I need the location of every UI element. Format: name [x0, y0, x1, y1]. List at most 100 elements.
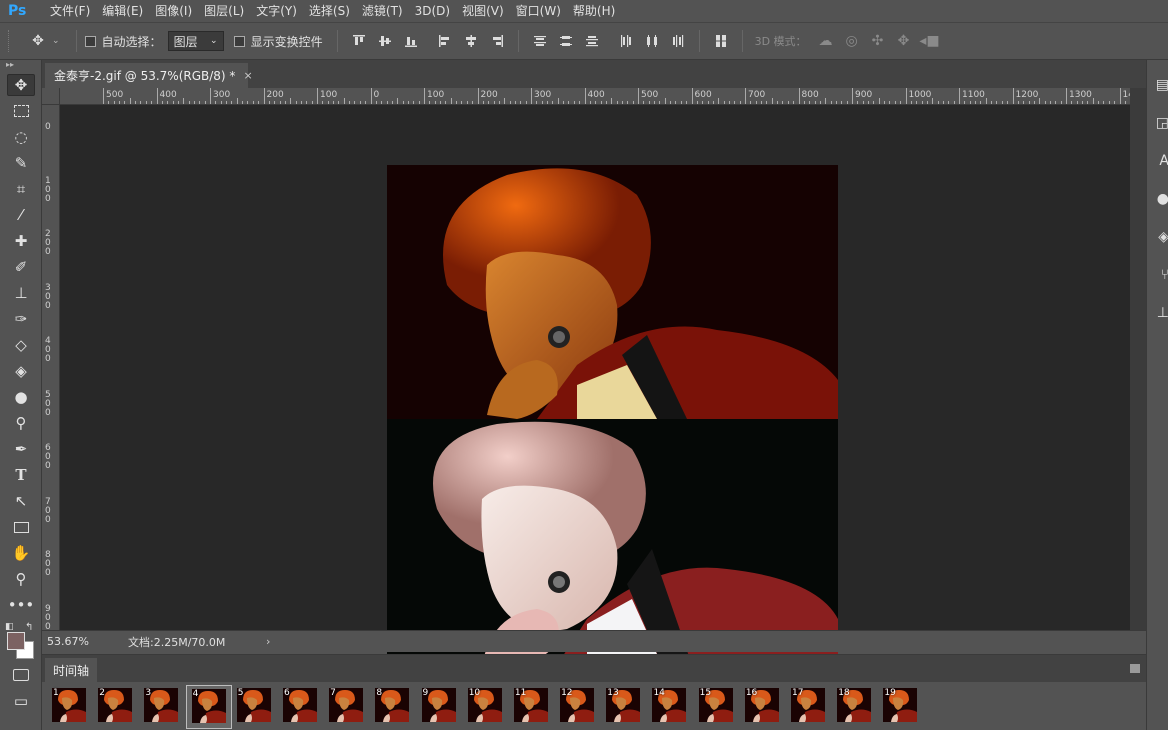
eyedropper-tool[interactable]: ⁄ — [0, 202, 42, 228]
move-tool-preset-icon[interactable]: ✥ — [24, 30, 52, 52]
distribute-vcenter-icon[interactable] — [553, 30, 579, 52]
chevron-right-icon[interactable]: › — [266, 635, 270, 648]
vertical-ruler[interactable]: 0 100 200 300 400 500 600 700 800 900 — [42, 105, 60, 630]
channels-panel-icon[interactable]: ⑂ — [1147, 262, 1168, 288]
stamp-tool[interactable]: ⊥ — [0, 280, 42, 306]
lasso-tool[interactable]: ◌ — [0, 124, 42, 150]
document-canvas[interactable] — [387, 165, 838, 665]
document-tab[interactable]: 金泰亨-2.gif @ 53.7%(RGB/8) * × — [45, 63, 253, 88]
menu-help[interactable]: 帮助(H) — [567, 0, 621, 22]
document-size-info[interactable]: 文档:2.25M/70.0M — [112, 634, 262, 650]
align-right-icon[interactable] — [484, 30, 510, 52]
auto-align-icon[interactable] — [708, 30, 734, 52]
align-vcenter-icon[interactable] — [372, 30, 398, 52]
timeline-frame[interactable]: 9 — [417, 685, 463, 729]
timeline-frame[interactable]: 1 — [47, 685, 93, 729]
move-tool[interactable]: ✥ — [0, 72, 42, 98]
menu-3d[interactable]: 3D(D) — [409, 0, 456, 22]
canvas-pasteboard[interactable] — [60, 105, 1130, 665]
brush-panel-icon[interactable]: ● — [1147, 186, 1168, 212]
ruler-corner[interactable] — [42, 88, 60, 105]
timeline-frame[interactable]: 3 — [139, 685, 185, 729]
horizontal-ruler[interactable]: 500 400 300 200 100 0 100 200 300 400 500 600 700 800… — [60, 88, 1130, 105]
distribute-left-icon[interactable] — [613, 30, 639, 52]
timeline-frame[interactable]: 10 — [463, 685, 509, 729]
hand-tool[interactable]: ✋ — [0, 540, 42, 566]
3d-roll-icon[interactable]: ◎ — [839, 30, 865, 52]
menu-select[interactable]: 选择(S) — [303, 0, 356, 22]
timeline-frame[interactable]: 19 — [878, 685, 924, 729]
character-panel-icon[interactable]: A — [1147, 148, 1168, 174]
auto-select-dropdown[interactable]: 图层 ⌄ — [167, 31, 224, 51]
chevron-down-icon[interactable]: ⌄ — [52, 36, 60, 46]
paint-bucket-tool[interactable]: ◈ — [0, 358, 42, 384]
distribute-top-icon[interactable] — [527, 30, 553, 52]
3d-scale-icon[interactable]: ◂■ — [917, 30, 943, 52]
timeline-frame[interactable]: 5 — [232, 685, 278, 729]
healing-tool[interactable]: ✚ — [0, 228, 42, 254]
brush-tool[interactable]: ✐ — [0, 254, 42, 280]
auto-select-checkbox[interactable] — [84, 35, 96, 47]
timeline-frame[interactable]: 18 — [832, 685, 878, 729]
default-colors-icon[interactable]: ◧ — [5, 622, 14, 632]
align-hcenter-icon[interactable] — [458, 30, 484, 52]
vertical-scrollbar[interactable] — [1130, 88, 1146, 630]
foreground-color-swatch[interactable] — [7, 632, 25, 650]
timeline-frame[interactable]: 6 — [278, 685, 324, 729]
menu-type[interactable]: 文字(Y) — [250, 0, 303, 22]
properties-panel-icon[interactable]: ◲ — [1147, 110, 1168, 136]
rectangle-tool[interactable] — [0, 514, 42, 540]
align-top-icon[interactable] — [346, 30, 372, 52]
distribute-bottom-icon[interactable] — [579, 30, 605, 52]
menu-edit[interactable]: 编辑(E) — [96, 0, 149, 22]
panel-menu-icon[interactable] — [1130, 664, 1140, 673]
marquee-tool[interactable] — [0, 98, 42, 124]
3d-drag-icon[interactable]: ✣ — [865, 30, 891, 52]
zoom-tool[interactable]: ⚲ — [0, 566, 42, 592]
eraser-tool[interactable]: ◇ — [0, 332, 42, 358]
menu-layer[interactable]: 图层(L) — [198, 0, 250, 22]
timeline-frame[interactable]: 16 — [740, 685, 786, 729]
align-left-icon[interactable] — [432, 30, 458, 52]
path-select-tool[interactable]: ↖ — [0, 488, 42, 514]
pen-tool[interactable]: ✒ — [0, 436, 42, 462]
blur-tool[interactable]: ● — [0, 384, 42, 410]
zoom-level[interactable]: 53.67% — [42, 635, 112, 648]
timeline-frame[interactable]: 15 — [694, 685, 740, 729]
distribute-right-icon[interactable] — [665, 30, 691, 52]
timeline-frame[interactable]: 4 — [185, 685, 232, 729]
layers-panel-icon[interactable]: ◈ — [1147, 224, 1168, 250]
options-grip[interactable] — [8, 30, 14, 52]
dodge-tool[interactable]: ⚲ — [0, 410, 42, 436]
history-panel-icon[interactable]: ▤ — [1147, 72, 1168, 98]
quick-select-tool[interactable]: ✎ — [0, 150, 42, 176]
screen-mode-button[interactable]: ▭ — [0, 688, 42, 714]
type-tool[interactable]: T — [0, 462, 42, 488]
more-tools[interactable]: ••• — [0, 592, 42, 618]
timeline-frame[interactable]: 13 — [601, 685, 647, 729]
timeline-frame[interactable]: 2 — [93, 685, 139, 729]
show-transform-checkbox[interactable] — [233, 35, 245, 47]
timeline-frame[interactable]: 11 — [509, 685, 555, 729]
timeline-frame[interactable]: 7 — [324, 685, 370, 729]
menu-file[interactable]: 文件(F) — [44, 0, 96, 22]
menu-window[interactable]: 窗口(W) — [510, 0, 567, 22]
timeline-frame[interactable]: 17 — [786, 685, 832, 729]
timeline-frame[interactable]: 12 — [555, 685, 601, 729]
paths-panel-icon[interactable]: ⊥ — [1147, 300, 1168, 326]
history-brush-tool[interactable]: ✑ — [0, 306, 42, 332]
distribute-hcenter-icon[interactable] — [639, 30, 665, 52]
crop-tool[interactable]: ⌗ — [0, 176, 42, 202]
close-icon[interactable]: × — [243, 69, 252, 82]
menu-image[interactable]: 图像(I) — [149, 0, 198, 22]
3d-rotate-icon[interactable]: ☁ — [813, 30, 839, 52]
3d-slide-icon[interactable]: ✥ — [891, 30, 917, 52]
timeline-frame[interactable]: 14 — [647, 685, 693, 729]
timeline-frame[interactable]: 8 — [370, 685, 416, 729]
toolbar-collapse-icon[interactable]: ▸▸ — [0, 60, 41, 72]
menu-filter[interactable]: 滤镜(T) — [356, 0, 409, 22]
menu-view[interactable]: 视图(V) — [456, 0, 510, 22]
quick-mask-button[interactable] — [0, 662, 42, 688]
align-bottom-icon[interactable] — [398, 30, 424, 52]
swap-colors-icon[interactable]: ↰ — [25, 622, 33, 633]
